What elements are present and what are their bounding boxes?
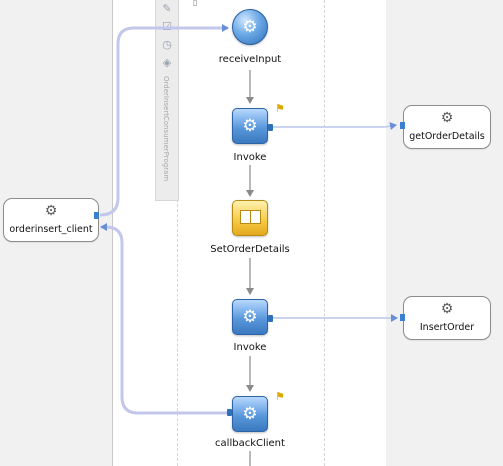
gear-icon: ⚙ [242,17,258,37]
adapter-gear-icon: ⚙ [440,110,454,126]
invoke-port[interactable] [268,124,273,131]
gear-icon: ⚙ [242,307,258,327]
orderinsert-client-service[interactable]: ⚙ orderinsert_client [3,198,99,242]
invoke-to-getorderdetails-link [273,122,397,131]
insert-order-label: InsertOrder [419,322,475,333]
invoke-activity-icon[interactable]: ⚙ [232,396,268,432]
service-port[interactable] [94,212,99,219]
invoke-label: Invoke [233,152,267,163]
service-gear-icon: ⚙ [440,301,454,317]
get-order-details-reference[interactable]: ⚙ getOrderDetails [403,105,491,149]
receive-input-label: receiveInput [218,54,282,65]
orderinsert-client-label: orderinsert_client [9,224,93,235]
gear-icon: ⚙ [242,116,258,136]
callback-client-label: callbackClient [215,438,285,449]
set-order-details-label: SetOrderDetails [210,244,290,255]
flag-icon: ⚑ [275,390,285,403]
assign-activity-icon[interactable] [232,200,268,236]
reference-port[interactable] [400,122,405,129]
reference-port[interactable] [400,314,405,321]
insert-order-reference[interactable]: ⚙ InsertOrder [403,296,491,340]
invoke-port[interactable] [227,409,232,416]
invoke-label: Invoke [233,342,267,353]
get-order-details-label: getOrderDetails [409,131,485,142]
invoke-activity-icon[interactable]: ⚙ [232,108,268,144]
gear-icon: ⚙ [242,404,258,424]
invoke-port[interactable] [268,315,273,322]
invoke-activity-icon[interactable]: ⚙ [232,299,268,335]
flag-icon: ⚑ [275,102,285,115]
bpel-process-canvas[interactable]: ✎ ☑ ◷ ◈ OrderInsertConsumerProgram ▯ ⚙ r… [0,0,503,466]
assign-icon [240,210,261,224]
service-gear-icon: ⚙ [44,203,58,219]
receive-activity-icon[interactable]: ⚙ [232,9,268,45]
